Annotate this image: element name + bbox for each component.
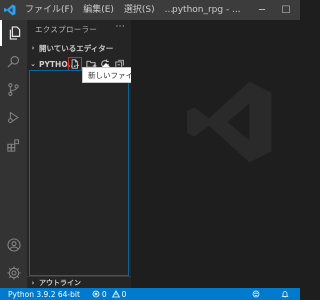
chevron-down-icon: ⌄ [30, 60, 36, 68]
menu-edit[interactable]: 編集(E) [78, 0, 119, 20]
vscode-watermark-icon [187, 81, 272, 163]
accounts-icon[interactable] [0, 232, 27, 258]
window-title: python_rpg - ... [172, 5, 241, 15]
minimize-button[interactable]: ─ [252, 0, 272, 20]
error-icon [92, 290, 100, 298]
error-count: 0 [101, 289, 107, 299]
warning-count: 0 [121, 289, 127, 299]
menu-bar: ファイル(F) 編集(E) 選択(S) ... [20, 0, 178, 20]
open-editors-section[interactable]: › 開いているエディター [27, 40, 131, 56]
warning-icon [111, 290, 120, 298]
explorer-icon[interactable] [0, 20, 27, 46]
menu-selection[interactable]: 選択(S) [119, 0, 160, 20]
feedback-icon[interactable] [252, 290, 260, 298]
vscode-logo-icon [0, 0, 20, 20]
title-bar: ファイル(F) 編集(E) 選択(S) ... python_rpg - ...… [0, 0, 300, 20]
maximize-button[interactable]: ☐ [276, 0, 296, 20]
manage-gear-icon[interactable] [0, 260, 27, 286]
python-interpreter[interactable]: Python 3.9.2 64-bit [8, 290, 80, 299]
new-file-icon [71, 59, 80, 69]
problems-indicator[interactable]: 0 0 [92, 289, 127, 299]
file-tree[interactable] [29, 70, 129, 276]
outline-label: アウトライン [39, 278, 81, 287]
chevron-right-icon: › [31, 44, 35, 52]
outline-section[interactable]: › アウトライン [27, 276, 131, 288]
sidebar-title: エクスプローラー [35, 24, 98, 34]
extensions-icon[interactable] [0, 132, 27, 158]
explorer-sidebar: エクスプローラー ··· › 開いているエディター ⌄ PYTHO... › ア… [27, 20, 131, 288]
activity-bar [0, 20, 27, 288]
run-debug-icon[interactable] [0, 104, 27, 130]
new-file-button[interactable] [68, 57, 82, 71]
source-control-icon[interactable] [0, 76, 27, 102]
more-actions-button[interactable]: ··· [116, 22, 125, 32]
chevron-right-icon: › [31, 278, 35, 287]
menu-file[interactable]: ファイル(F) [20, 0, 78, 20]
status-bar: Python 3.9.2 64-bit 0 0 [0, 288, 300, 300]
notifications-bell-icon[interactable] [281, 290, 289, 298]
search-icon[interactable] [0, 48, 27, 74]
sidebar-header: エクスプローラー ··· [27, 20, 131, 38]
open-editors-label: 開いているエディター [39, 43, 114, 53]
